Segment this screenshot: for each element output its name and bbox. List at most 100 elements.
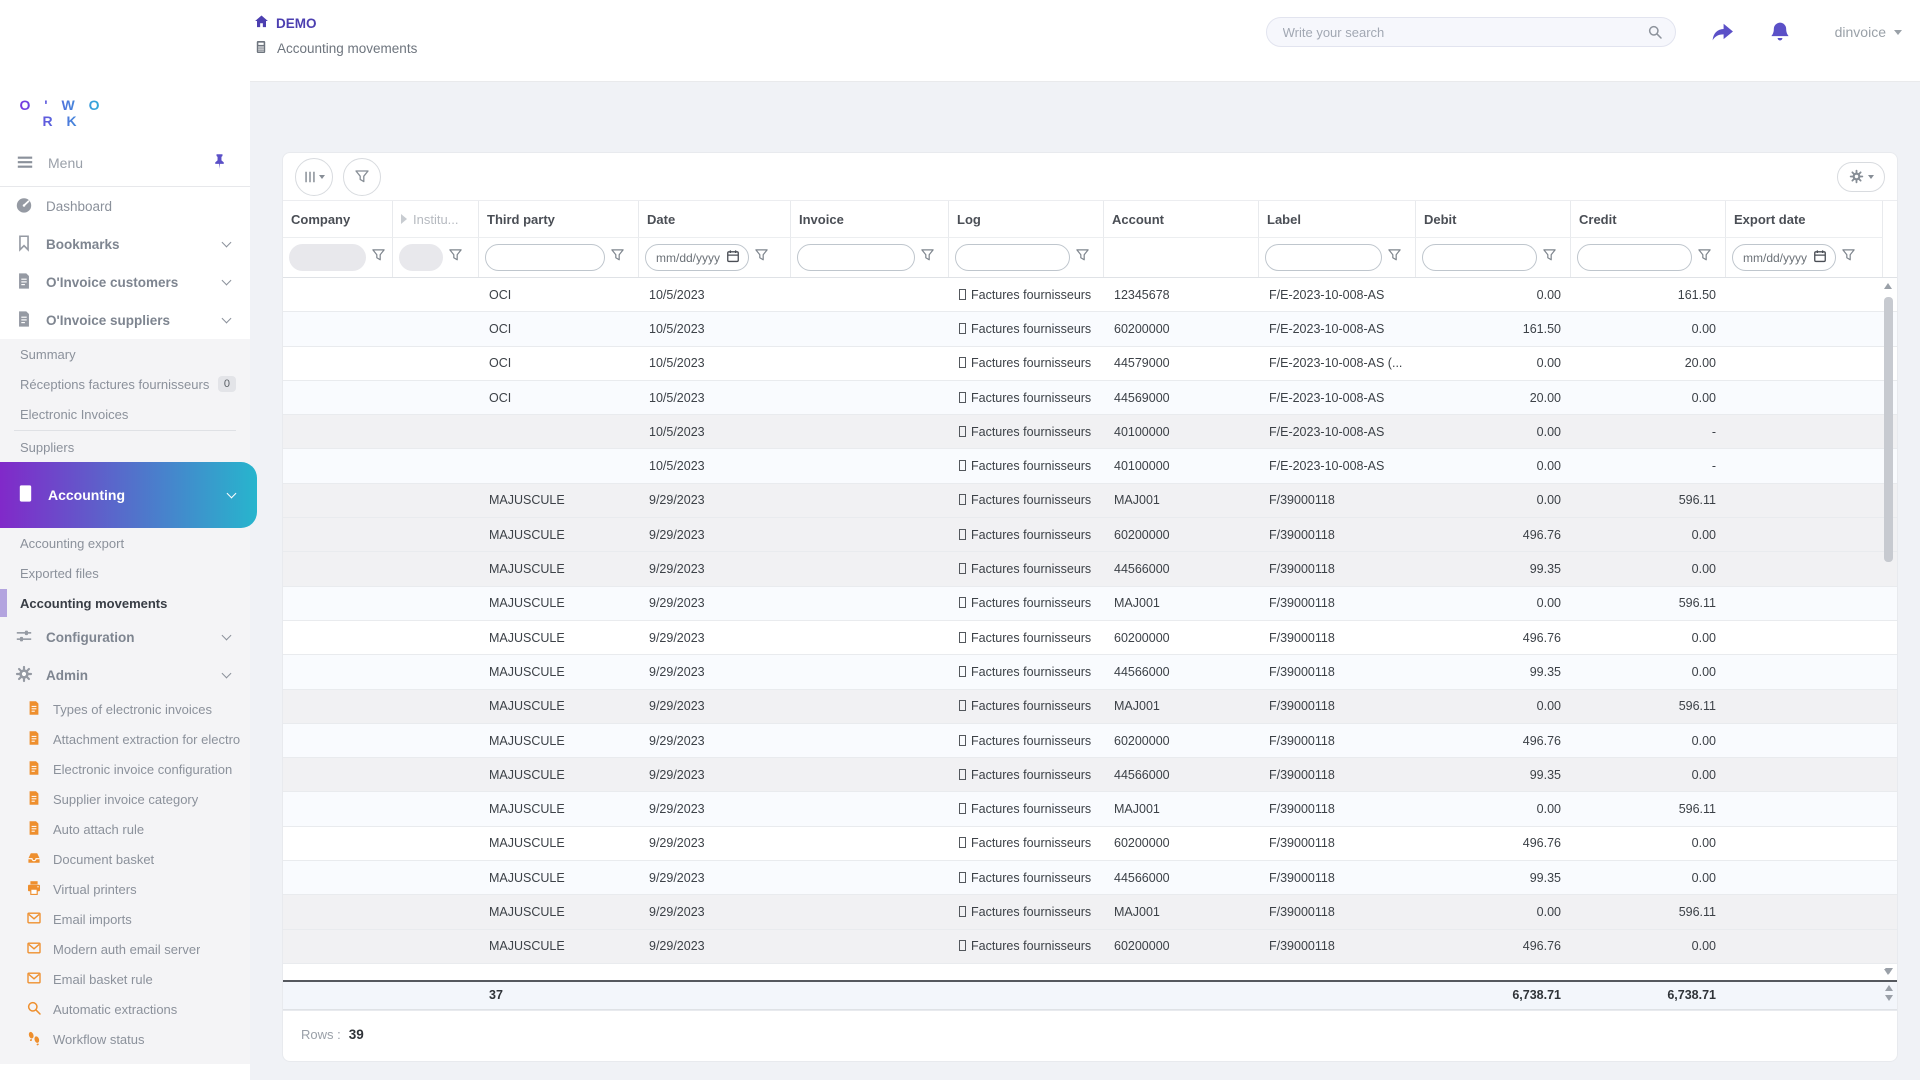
- sidebar-item-o-invoice-suppliers[interactable]: O'Invoice suppliers: [0, 301, 250, 339]
- table-row[interactable]: OCI 10/5/2023 Factures fournisseurs 4456900…: [283, 380, 1897, 416]
- sidebar-subitem-attachment-extraction-for-electroni[interactable]: Attachment extraction for electroni: [0, 724, 250, 754]
- filter-date-date[interactable]: mm/dd/yyyy: [645, 244, 750, 271]
- sidebar-subitem-email-basket-rule[interactable]: Email basket rule: [0, 964, 250, 994]
- table-row[interactable]: MAJUSCULE 9/29/2023 Factures fournisseurs M…: [283, 792, 1897, 827]
- column-header-label: Third party: [487, 211, 555, 227]
- filter-input-debit[interactable]: [1422, 244, 1537, 271]
- sidebar-item-configuration[interactable]: Configuration: [0, 618, 250, 656]
- filter-button[interactable]: [343, 157, 381, 196]
- table-row[interactable]: 10/5/2023 Factures fournisseurs 40100000 F/…: [283, 415, 1897, 450]
- filter-input-log[interactable]: [955, 244, 1070, 271]
- sidebar-item-accounting[interactable]: Accounting: [0, 462, 257, 528]
- search-input[interactable]: [1265, 17, 1676, 47]
- sidebar-subitem-accounting-export[interactable]: Accounting export: [0, 528, 250, 558]
- scroll-up-icon[interactable]: [1885, 985, 1893, 991]
- filter-date-export_date[interactable]: mm/dd/yyyy: [1732, 244, 1837, 271]
- sidebar-subitem-supplier-invoice-category[interactable]: Supplier invoice category: [0, 784, 250, 814]
- table-row[interactable]: MAJUSCULE 9/29/2023 Factures fournisseurs 6…: [283, 723, 1897, 759]
- totals-scrollbar[interactable]: [1885, 985, 1893, 1001]
- funnel-icon[interactable]: [1387, 248, 1402, 267]
- gear-icon: [1849, 169, 1864, 184]
- funnel-icon[interactable]: [1542, 248, 1557, 267]
- funnel-icon[interactable]: [1697, 248, 1712, 267]
- log-glyph-icon: [959, 665, 966, 677]
- table-row[interactable]: MAJUSCULE 9/29/2023 Factures fournisseurs M…: [283, 895, 1897, 930]
- column-header-credit[interactable]: Credit: [1571, 201, 1726, 237]
- table-row[interactable]: OCI 10/5/2023 Factures fournisseurs 6020000…: [283, 312, 1897, 347]
- sidebar-item-o-invoice-customers[interactable]: O'Invoice customers: [0, 263, 250, 301]
- bell-icon[interactable]: [1769, 21, 1791, 43]
- user-menu[interactable]: dinvoice: [1835, 24, 1902, 40]
- cell-debit: 0.00: [1536, 596, 1561, 611]
- sidebar-item-bookmarks[interactable]: Bookmarks: [0, 225, 250, 263]
- sidebar-subitem-email-imports[interactable]: Email imports: [0, 904, 250, 934]
- sidebar-subitem-automatic-extractions[interactable]: Automatic extractions: [0, 994, 250, 1024]
- cell-debit: 496.76: [1522, 630, 1561, 645]
- columns-button[interactable]: [295, 157, 333, 196]
- table-row[interactable]: MAJUSCULE 9/29/2023 Factures fournisseurs 4…: [283, 552, 1897, 587]
- column-header-debit[interactable]: Debit: [1416, 201, 1571, 237]
- vertical-scrollbar[interactable]: [1882, 281, 1895, 977]
- funnel-icon[interactable]: [610, 248, 625, 267]
- column-header-third_party[interactable]: Third party: [479, 201, 639, 237]
- sidebar-subitem-types-of-electronic-invoices[interactable]: Types of electronic invoices: [0, 694, 250, 724]
- table-row[interactable]: MAJUSCULE 9/29/2023 Factures fournisseurs M…: [283, 483, 1897, 519]
- column-header-account[interactable]: Account: [1104, 201, 1259, 237]
- chevron-right-icon[interactable]: [401, 214, 407, 224]
- table-row[interactable]: OCI 10/5/2023 Factures fournisseurs 1234567…: [283, 278, 1897, 313]
- column-header-date[interactable]: Date: [639, 201, 791, 237]
- column-header-label[interactable]: Label: [1259, 201, 1416, 237]
- table-row[interactable]: MAJUSCULE 9/29/2023 Factures fournisseurs M…: [283, 689, 1897, 724]
- funnel-icon[interactable]: [754, 248, 769, 267]
- filter-input-invoice[interactable]: [797, 244, 915, 271]
- funnel-icon[interactable]: [920, 248, 935, 267]
- table-row[interactable]: MAJUSCULE 9/29/2023 Factures fournisseurs 6…: [283, 827, 1897, 862]
- sidebar-subitem-suppliers[interactable]: Suppliers: [0, 432, 250, 462]
- filter-input-third_party[interactable]: [485, 244, 605, 271]
- sidebar-subitem-r-ceptions-factures-fournisseurs[interactable]: Réceptions factures fournisseurs 0: [0, 369, 250, 399]
- column-header-export_date[interactable]: Export date: [1726, 201, 1883, 237]
- table-row[interactable]: MAJUSCULE 9/29/2023 Factures fournisseurs 6…: [283, 929, 1897, 964]
- sidebar-subitem-accounting-movements[interactable]: Accounting movements: [0, 588, 250, 618]
- table-row[interactable]: MAJUSCULE 9/29/2023 Factures fournisseurs 6…: [283, 621, 1897, 656]
- hamburger-menu-icon[interactable]: [16, 153, 34, 174]
- cell-log: Factures fournisseurs: [949, 596, 1104, 610]
- sidebar-subitem-document-basket[interactable]: Document basket: [0, 844, 250, 874]
- search-icon[interactable]: [1647, 24, 1663, 45]
- table-row[interactable]: MAJUSCULE 9/29/2023 Factures fournisseurs 6…: [283, 518, 1897, 553]
- table-row[interactable]: MAJUSCULE 9/29/2023 Factures fournisseurs M…: [283, 586, 1897, 621]
- funnel-icon[interactable]: [371, 248, 386, 267]
- column-header-invoice[interactable]: Invoice: [791, 201, 949, 237]
- sidebar-item-admin[interactable]: Admin: [0, 656, 250, 694]
- pin-icon[interactable]: [211, 153, 228, 173]
- sidebar-subitem-electronic-invoices[interactable]: Electronic Invoices: [0, 399, 250, 429]
- sidebar-subitem-virtual-printers[interactable]: Virtual printers: [0, 874, 250, 904]
- table-row[interactable]: OCI 10/5/2023 Factures fournisseurs 4457900…: [283, 347, 1897, 381]
- settings-button[interactable]: [1837, 161, 1885, 192]
- sidebar-subitem-exported-files[interactable]: Exported files: [0, 558, 250, 588]
- breadcrumb-root[interactable]: DEMO: [254, 14, 417, 32]
- filter-input-credit[interactable]: [1577, 244, 1692, 271]
- filter-input-label[interactable]: [1265, 244, 1382, 271]
- column-header-company[interactable]: Company: [283, 201, 393, 237]
- column-header-institution[interactable]: Institu...: [393, 201, 479, 237]
- share-icon[interactable]: [1710, 21, 1735, 43]
- column-header-log[interactable]: Log: [949, 201, 1104, 237]
- sidebar-subitem-workflow-status[interactable]: Workflow status: [0, 1024, 250, 1054]
- scroll-up-icon[interactable]: [1884, 283, 1892, 289]
- table-row[interactable]: MAJUSCULE 9/29/2023 Factures fournisseurs 4…: [283, 758, 1897, 793]
- sidebar-subitem-auto-attach-rule[interactable]: Auto attach rule: [0, 814, 250, 844]
- scrollbar-thumb[interactable]: [1884, 297, 1893, 562]
- funnel-icon[interactable]: [448, 248, 463, 267]
- table-row[interactable]: MAJUSCULE 9/29/2023 Factures fournisseurs 4…: [283, 861, 1897, 896]
- funnel-icon[interactable]: [1075, 248, 1090, 267]
- table-row[interactable]: 10/5/2023 Factures fournisseurs 40100000 F/…: [283, 449, 1897, 484]
- funnel-icon[interactable]: [1841, 248, 1856, 267]
- table-row[interactable]: MAJUSCULE 9/29/2023 Factures fournisseurs 4…: [283, 655, 1897, 690]
- sidebar-item-dashboard[interactable]: Dashboard: [0, 187, 250, 225]
- scroll-down-icon[interactable]: [1885, 995, 1893, 1001]
- sidebar-subitem-electronic-invoice-configuration[interactable]: Electronic invoice configuration: [0, 754, 250, 784]
- sidebar-subitem-summary[interactable]: Summary: [0, 339, 250, 369]
- scroll-down-icon[interactable]: [1884, 969, 1892, 975]
- sidebar-subitem-modern-auth-email-server[interactable]: Modern auth email server: [0, 934, 250, 964]
